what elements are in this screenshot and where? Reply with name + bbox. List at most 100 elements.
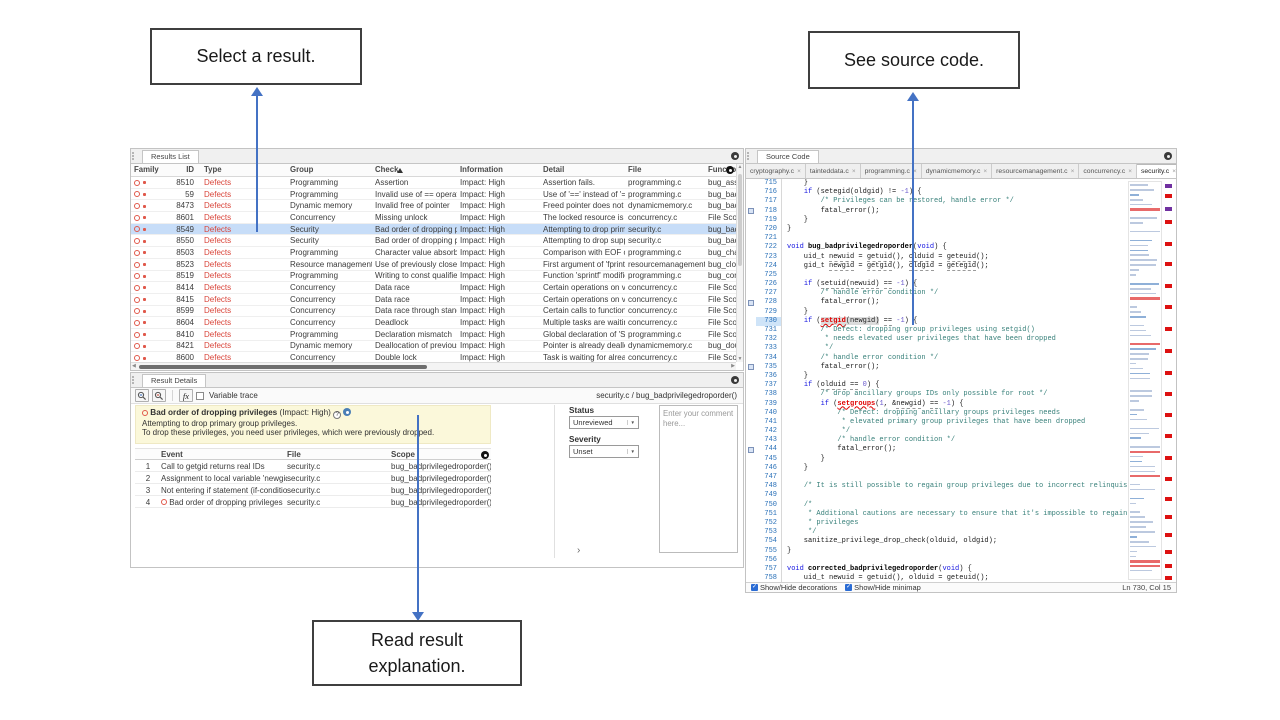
close-icon[interactable]: × (1071, 168, 1075, 175)
expand-trace-button[interactable] (135, 389, 149, 402)
line-number[interactable]: 730 (756, 317, 782, 326)
line-number[interactable]: 743 (756, 436, 782, 445)
line-number[interactable]: 742 (756, 427, 782, 436)
line-number[interactable]: 745 (756, 455, 782, 464)
code-line-732[interactable]: 732 * needs elevated user privileges tha… (746, 335, 1127, 344)
red-marker-icon[interactable] (1165, 327, 1172, 331)
code-line-740[interactable]: 740 /* Defect: dropping ancillary groups… (746, 409, 1127, 418)
result-row[interactable]: 8410DefectsProgrammingDeclaration mismat… (131, 329, 736, 341)
pane-settings-icon[interactable] (731, 376, 739, 384)
code-line-715[interactable]: 715 } (746, 179, 1127, 188)
variable-trace-checkbox[interactable] (196, 392, 204, 400)
column-settings-icon[interactable] (726, 166, 734, 174)
red-marker-icon[interactable] (1165, 305, 1172, 309)
purple-marker-icon[interactable] (1165, 207, 1172, 211)
code-line-744[interactable]: 744 fatal_error(); (746, 445, 1127, 454)
code-line-739[interactable]: 739 if (setgroups(1, &newgid) == -1) { (746, 400, 1127, 409)
scroll-left-icon[interactable]: ◀ (132, 363, 136, 370)
red-marker-icon[interactable] (1165, 564, 1172, 568)
code-annotation-icon[interactable] (746, 364, 756, 370)
line-number[interactable]: 729 (756, 308, 782, 317)
expand-panel-icon[interactable]: › (577, 545, 580, 556)
pane-settings-icon[interactable] (1164, 152, 1172, 160)
code-line-756[interactable]: 756 (746, 556, 1127, 565)
line-number[interactable]: 721 (756, 234, 782, 243)
code-line-733[interactable]: 733 */ (746, 344, 1127, 353)
line-number[interactable]: 717 (756, 197, 782, 206)
code-line-749[interactable]: 749 (746, 491, 1127, 500)
red-marker-icon[interactable] (1165, 515, 1172, 519)
line-number[interactable]: 758 (756, 574, 782, 582)
red-marker-icon[interactable] (1165, 371, 1172, 375)
code-line-730[interactable]: 730 if (setgid(newgid) == -1) { (746, 317, 1127, 326)
line-number[interactable]: 752 (756, 519, 782, 528)
column-header-id[interactable]: ID (171, 164, 201, 176)
code-line-738[interactable]: 738 /* drop ancillary groups IDs only po… (746, 390, 1127, 399)
code-line-758[interactable]: 758 uid_t newuid = getuid(), olduid = ge… (746, 574, 1127, 582)
tab-results-list[interactable]: Results List (142, 150, 199, 163)
result-row[interactable]: 8414DefectsConcurrencyData raceImpact: H… (131, 282, 736, 294)
line-number[interactable]: 757 (756, 565, 782, 574)
column-header-group[interactable]: Group (287, 164, 372, 176)
red-marker-icon[interactable] (1165, 392, 1172, 396)
line-number[interactable]: 747 (756, 473, 782, 482)
code-line-725[interactable]: 725 (746, 271, 1127, 280)
line-number[interactable]: 736 (756, 372, 782, 381)
line-number[interactable]: 734 (756, 354, 782, 363)
scrollbar-thumb[interactable] (738, 174, 742, 266)
result-row[interactable]: 8503DefectsProgrammingCharacter value ab… (131, 247, 736, 259)
event-row[interactable]: 4 Bad order of dropping privilegessecuri… (135, 496, 491, 508)
code-line-721[interactable]: 721 (746, 234, 1127, 243)
event-table-header[interactable]: Event File Scope (135, 448, 491, 460)
line-number[interactable]: 739 (756, 400, 782, 409)
pane-grip-icon[interactable] (132, 376, 137, 384)
results-vertical-scrollbar[interactable]: ▲ ▼ (736, 164, 743, 362)
help-icon[interactable]: ? (333, 411, 341, 419)
result-row[interactable]: 8600DefectsConcurrencyDouble lockImpact:… (131, 352, 736, 362)
red-marker-icon[interactable] (1165, 497, 1172, 501)
result-row[interactable]: 8601DefectsConcurrencyMissing unlockImpa… (131, 212, 736, 224)
line-number[interactable]: 723 (756, 253, 782, 262)
column-header-file[interactable]: File (625, 164, 705, 176)
column-header-event[interactable]: Event (161, 449, 287, 459)
pane-grip-icon[interactable] (132, 152, 137, 160)
file-tab-resourcemanagement-c[interactable]: resourcemanagement.c× (992, 164, 1079, 178)
close-icon[interactable]: × (983, 168, 987, 175)
red-marker-icon[interactable] (1165, 220, 1172, 224)
column-header-type[interactable]: Type (201, 164, 287, 176)
line-number[interactable]: 733 (756, 344, 782, 353)
line-number[interactable]: 754 (756, 537, 782, 546)
minimap-checkbox[interactable]: ✓ (845, 584, 852, 591)
column-header-information[interactable]: Information (457, 164, 540, 176)
results-table-header[interactable]: Family ID Type Group Check Information D… (131, 164, 736, 177)
red-marker-icon[interactable] (1165, 242, 1172, 246)
severity-select[interactable]: Unset ▼ (569, 445, 639, 458)
line-number[interactable]: 732 (756, 335, 782, 344)
file-tab-cryptography-c[interactable]: cryptography.c× (746, 164, 806, 178)
code-line-752[interactable]: 752 * privileges (746, 519, 1127, 528)
result-row[interactable]: 8473DefectsDynamic memoryInvalid free of… (131, 200, 736, 212)
line-number[interactable]: 755 (756, 547, 782, 556)
code-line-716[interactable]: 716 if (setegid(oldgid) != -1) { (746, 188, 1127, 197)
line-number[interactable]: 740 (756, 409, 782, 418)
code-line-754[interactable]: 754 sanitize_privilege_drop_check(olduid… (746, 537, 1127, 546)
code-line-736[interactable]: 736 } (746, 372, 1127, 381)
code-line-731[interactable]: 731 /* Defect: dropping group privileges… (746, 326, 1127, 335)
result-row[interactable]: 8599DefectsConcurrencyData race through … (131, 306, 736, 318)
red-marker-icon[interactable] (1165, 456, 1172, 460)
code-line-723[interactable]: 723 uid_t newuid = getuid(), olduid = ge… (746, 253, 1127, 262)
line-number[interactable]: 738 (756, 390, 782, 399)
code-annotation-icon[interactable] (746, 447, 756, 453)
line-number[interactable]: 719 (756, 216, 782, 225)
red-marker-icon[interactable] (1165, 194, 1172, 198)
line-number[interactable]: 731 (756, 326, 782, 335)
red-marker-icon[interactable] (1165, 550, 1172, 554)
tab-source-code[interactable]: Source Code (757, 150, 819, 163)
red-marker-icon[interactable] (1165, 477, 1172, 481)
code-line-719[interactable]: 719 } (746, 216, 1127, 225)
status-select[interactable]: Unreviewed ▼ (569, 416, 639, 429)
result-row[interactable]: 8421DefectsDynamic memoryDeallocation of… (131, 341, 736, 353)
red-marker-icon[interactable] (1165, 434, 1172, 438)
file-tab-concurrency-c[interactable]: concurrency.c× (1079, 164, 1137, 178)
code-line-743[interactable]: 743 /* handle error condition */ (746, 436, 1127, 445)
